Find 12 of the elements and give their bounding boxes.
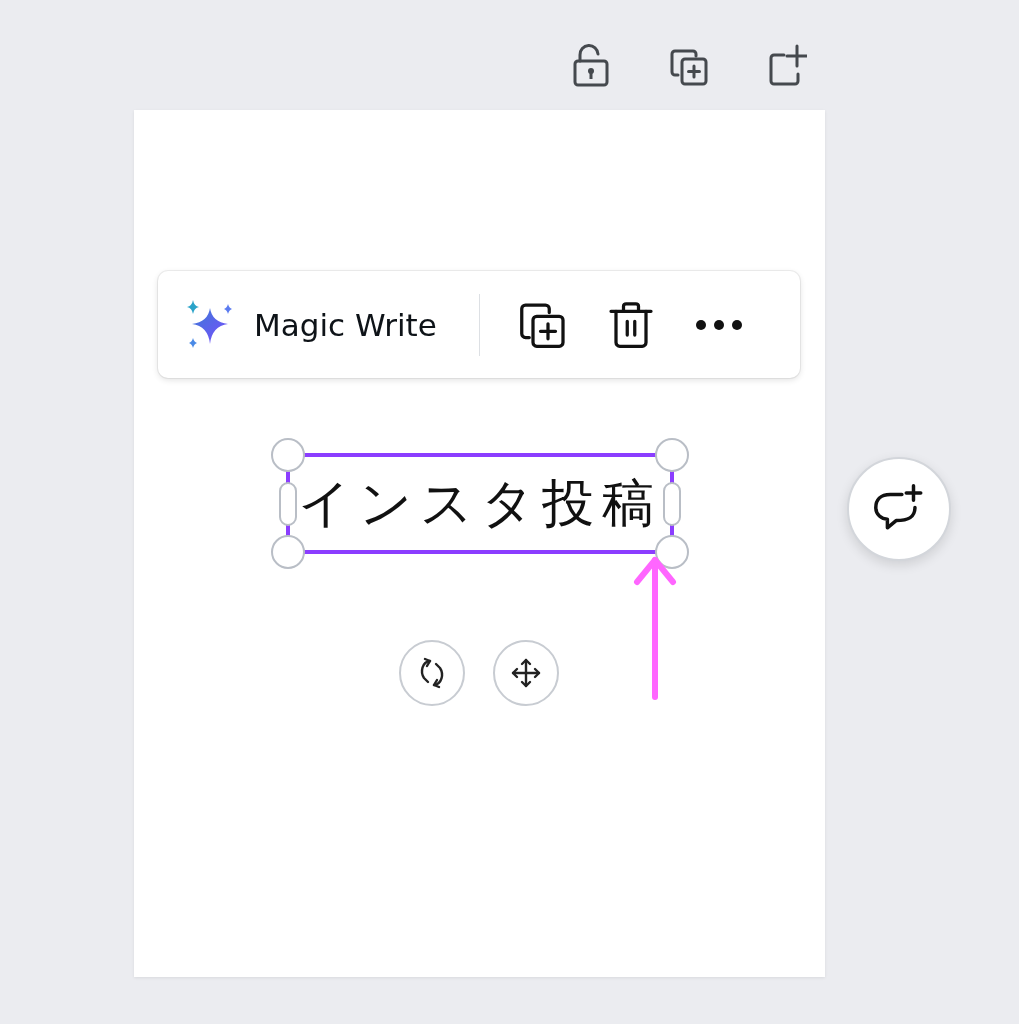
resize-handle[interactable] [655,535,689,569]
move-icon [509,656,543,690]
text-box-text: インスタ投稿 [298,471,662,535]
resize-handle[interactable] [279,482,297,526]
resize-handle[interactable] [271,535,305,569]
resize-handle[interactable] [271,438,305,472]
resize-handle[interactable] [655,438,689,472]
add-page-icon[interactable] [767,43,807,87]
text-box[interactable]: インスタ投稿 [271,438,689,569]
unlock-icon[interactable] [571,43,611,87]
resize-handle[interactable] [663,482,681,526]
magic-write-button[interactable]: Magic Write [182,297,437,352]
